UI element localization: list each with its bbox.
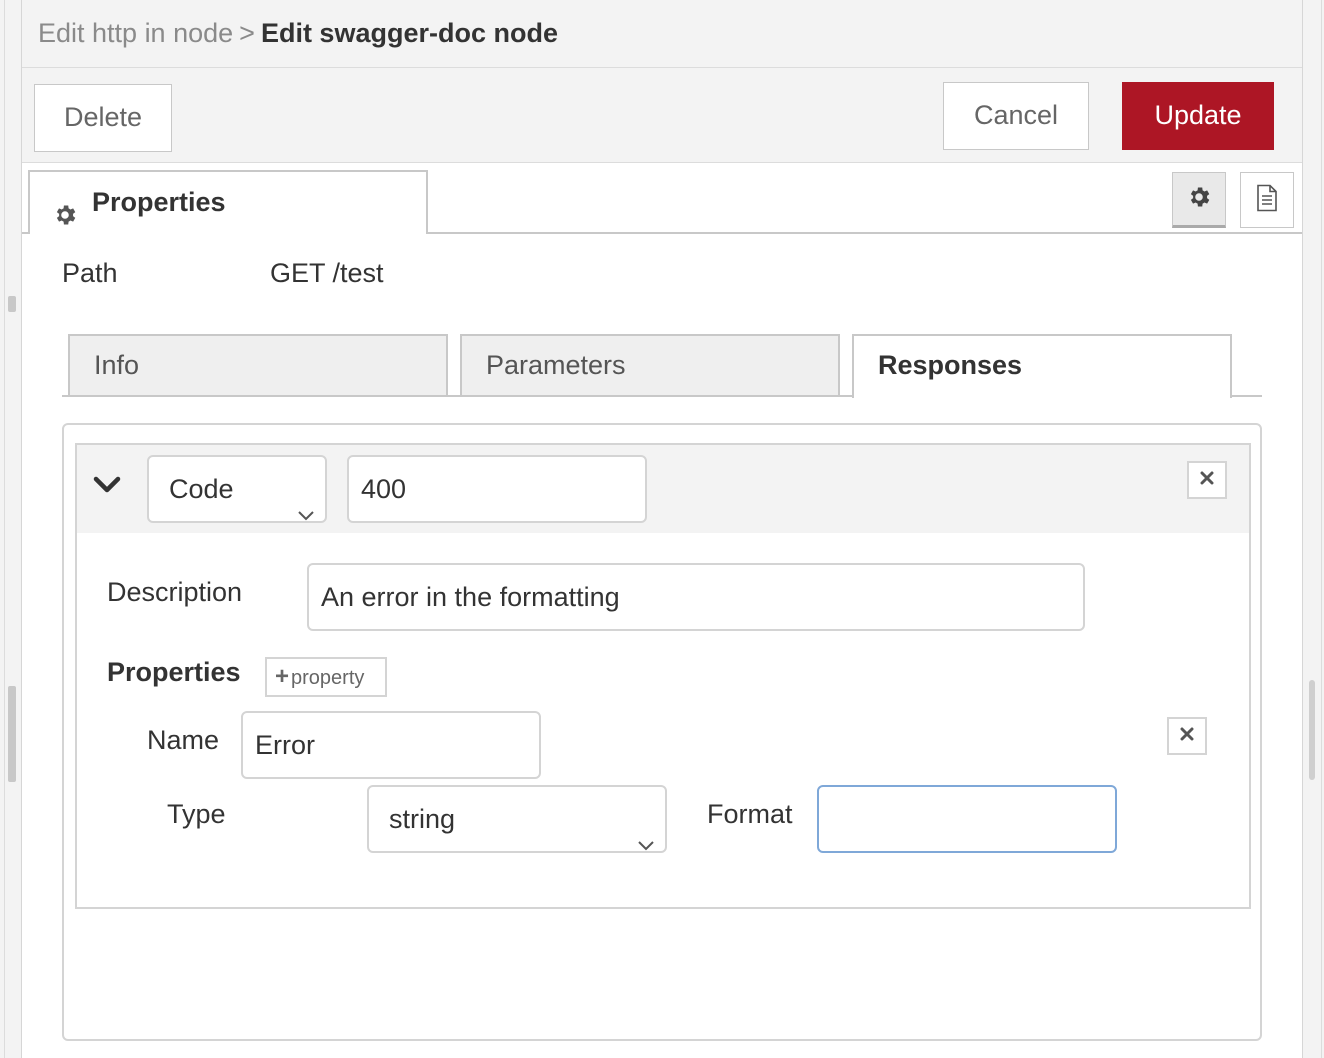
document-icon <box>1255 184 1279 217</box>
edge-resize-handle[interactable] <box>8 686 16 782</box>
property-type-label: Type <box>167 799 226 829</box>
response-header: Code 400 <box>77 445 1249 533</box>
edit-dialog: Edit http in node > Edit swagger-doc node … <box>22 0 1302 1058</box>
property-name-input[interactable]: Error <box>241 711 541 779</box>
breadcrumb-current: Edit swagger-doc node <box>260 18 558 48</box>
plus-icon: + <box>275 663 290 690</box>
path-label: Path <box>62 258 118 288</box>
response-code-input[interactable]: 400 <box>347 455 647 523</box>
dialog-toolbar: Delete Cancel Update <box>22 68 1302 163</box>
properties-label: Properties <box>107 657 241 687</box>
property-type-select[interactable]: string <box>367 785 667 853</box>
right-editor-edge <box>1302 0 1324 1058</box>
response-type-value: Code <box>169 474 234 504</box>
tab-info[interactable]: Info <box>68 334 448 397</box>
gear-icon <box>1186 184 1212 215</box>
chevron-down-icon <box>637 811 655 875</box>
description-tab-button[interactable] <box>1240 172 1294 228</box>
breadcrumb-separator: > <box>239 18 255 48</box>
add-property-label: property <box>291 667 365 689</box>
dialog-tabs: Properties <box>22 163 1302 235</box>
tab-parameters[interactable]: Parameters <box>460 334 840 397</box>
edge-divider <box>1321 0 1322 1058</box>
cancel-button[interactable]: Cancel <box>943 82 1089 150</box>
settings-tab-button[interactable] <box>1172 172 1226 228</box>
scrollbar-thumb[interactable] <box>1309 680 1315 780</box>
description-input[interactable]: An error in the formatting <box>307 563 1085 631</box>
tab-properties-label: Properties <box>92 187 226 217</box>
update-button[interactable]: Update <box>1122 82 1274 150</box>
chevron-down-icon <box>297 481 315 545</box>
property-type-value: string <box>389 804 456 834</box>
property-name-label: Name <box>147 725 220 755</box>
add-property-button[interactable]: + property <box>265 657 387 697</box>
delete-button[interactable]: Delete <box>34 84 172 152</box>
response-item: Code 400 Description An error in the for… <box>75 443 1251 909</box>
property-format-label: Format <box>707 799 793 829</box>
breadcrumb-parent[interactable]: Edit http in node <box>38 18 233 48</box>
close-icon <box>1180 727 1194 746</box>
gear-icon <box>52 189 78 249</box>
breadcrumb: Edit http in node > Edit swagger-doc node <box>22 0 1302 68</box>
left-editor-edge <box>0 0 22 1058</box>
close-icon <box>1200 471 1214 490</box>
remove-property-button[interactable] <box>1167 717 1207 755</box>
response-type-select[interactable]: Code <box>147 455 327 523</box>
path-value: GET /test <box>270 258 384 288</box>
edge-divider <box>4 0 5 1058</box>
chevron-down-icon[interactable] <box>93 475 121 500</box>
swagger-subtabs: Info Parameters Responses <box>62 334 1262 398</box>
property-format-input[interactable] <box>817 785 1117 853</box>
remove-response-button[interactable] <box>1187 461 1227 499</box>
responses-panel: Code 400 Description An error in the for… <box>62 423 1262 1041</box>
tab-properties[interactable]: Properties <box>28 170 428 234</box>
tab-responses[interactable]: Responses <box>852 334 1232 398</box>
description-label: Description <box>107 577 243 607</box>
edge-marker <box>8 296 16 312</box>
